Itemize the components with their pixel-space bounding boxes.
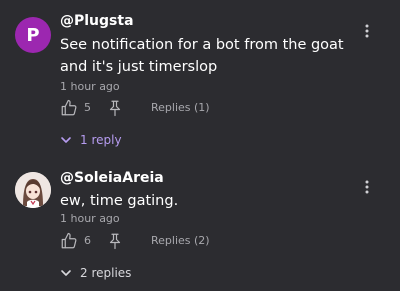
like-count: 6 [84,234,91,247]
more-vertical-icon [365,24,369,38]
more-options-button[interactable] [360,178,374,196]
thumbs-up-icon[interactable] [60,232,78,250]
more-options-button[interactable] [360,22,374,40]
replies-toggle-label: 2 replies [80,266,132,280]
comment-actions: 5 Replies (1) [58,99,358,117]
comment-2: @SoleiaAreia ew, time gating. 1 hour ago… [0,155,400,291]
replies-toggle[interactable]: 2 replies [60,265,131,281]
replies-button[interactable]: Replies (1) [151,101,210,114]
like-count: 5 [84,101,91,114]
replies-toggle[interactable]: 1 reply [60,132,122,148]
chevron-down-icon [61,137,71,143]
timestamp: 1 hour ago [60,80,120,93]
anime-girl-avatar-icon [15,172,51,208]
comment-actions: 6 Replies (2) [58,232,358,250]
username[interactable]: @Plugsta [60,13,134,29]
comment-1: P @Plugsta See notification for a bot fr… [0,0,400,155]
pin-icon[interactable] [106,232,124,250]
replies-button[interactable]: Replies (2) [151,234,210,247]
avatar[interactable] [15,172,51,208]
chevron-down-icon [61,270,71,276]
username[interactable]: @SoleiaAreia [60,170,164,186]
pin-icon[interactable] [106,99,124,117]
avatar-letter: P [26,24,40,46]
thumbs-up-icon[interactable] [60,99,78,117]
timestamp: 1 hour ago [60,212,120,225]
comment-text: ew, time gating. [60,193,179,209]
comment-text: See notification for a bot from the goat… [60,37,344,75]
more-vertical-icon [365,180,369,194]
avatar[interactable]: P [15,17,51,53]
replies-toggle-label: 1 reply [80,133,122,147]
